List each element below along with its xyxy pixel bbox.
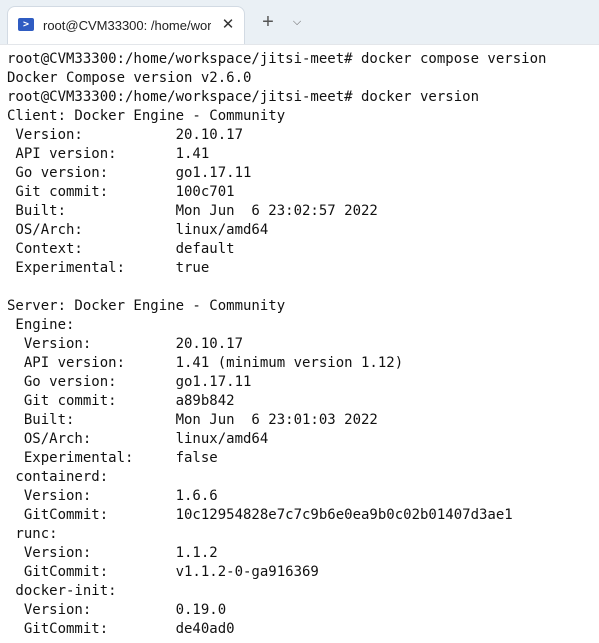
terminal-line: API version: 1.41	[7, 146, 210, 162]
terminal-line: API version: 1.41 (minimum version 1.12)	[7, 355, 404, 371]
tab-terminal[interactable]: > root@CVM33300: /home/worl ✕	[7, 6, 245, 44]
tab-title: root@CVM33300: /home/worl	[43, 18, 211, 33]
terminal-line: Version: 1.1.2	[7, 545, 218, 561]
terminal-line: Version: 1.6.6	[7, 488, 218, 504]
terminal-line: OS/Arch: linux/amd64	[7, 431, 269, 447]
tab-strip: > root@CVM33300: /home/worl ✕ + ⌵	[0, 0, 599, 44]
terminal-line: OS/Arch: linux/amd64	[7, 222, 269, 238]
terminal-line: Go version: go1.17.11	[7, 165, 252, 181]
terminal-line: Built: Mon Jun 6 23:01:03 2022	[7, 412, 378, 428]
terminal-line: root@CVM33300:/home/workspace/jitsi-meet…	[7, 51, 547, 67]
chevron-down-icon[interactable]: ⌵	[289, 14, 305, 30]
terminal-line: GitCommit: v1.1.2-0-ga916369	[7, 564, 319, 580]
terminal-line: Experimental: true	[7, 260, 210, 276]
terminal-line: Go version: go1.17.11	[7, 374, 252, 390]
terminal-line: Built: Mon Jun 6 23:02:57 2022	[7, 203, 378, 219]
terminal-line: runc:	[7, 526, 58, 542]
terminal-line: Git commit: 100c701	[7, 184, 235, 200]
terminal-lines: root@CVM33300:/home/workspace/jitsi-meet…	[7, 50, 546, 639]
terminal-line: Git commit: a89b842	[7, 393, 235, 409]
terminal-line: Version: 20.10.17	[7, 336, 244, 352]
terminal-line: Context: default	[7, 241, 235, 257]
close-icon[interactable]: ✕	[219, 16, 237, 34]
terminal-line: Server: Docker Engine - Community	[7, 298, 286, 314]
terminal-line: Engine:	[7, 317, 75, 333]
new-tab-button[interactable]: +	[258, 12, 278, 32]
terminal-line: Docker Compose version v2.6.0	[7, 70, 252, 86]
terminal-window: > root@CVM33300: /home/worl ✕ + ⌵ root@C…	[0, 0, 599, 643]
terminal-output[interactable]: root@CVM33300:/home/workspace/jitsi-meet…	[0, 44, 599, 643]
terminal-line: Experimental: false	[7, 450, 218, 466]
terminal-line: Version: 0.19.0	[7, 602, 227, 618]
terminal-line: Version: 20.10.17	[7, 127, 244, 143]
terminal-line: containerd:	[7, 469, 109, 485]
terminal-line: docker-init:	[7, 583, 117, 599]
powershell-terminal-icon: >	[18, 18, 34, 31]
terminal-line: GitCommit: de40ad0	[7, 621, 235, 637]
terminal-line: GitCommit: 10c12954828e7c7c9b6e0ea9b0c02…	[7, 507, 513, 523]
terminal-line: Client: Docker Engine - Community	[7, 108, 286, 124]
terminal-line: root@CVM33300:/home/workspace/jitsi-meet…	[7, 89, 480, 105]
